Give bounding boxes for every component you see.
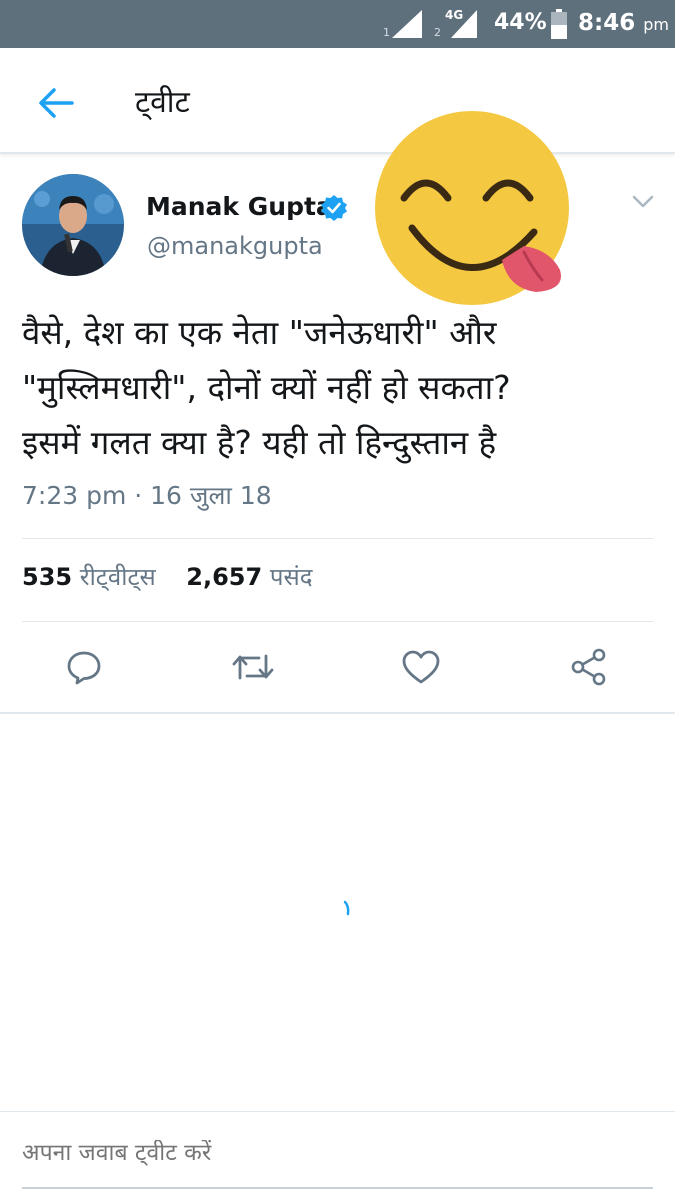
tweet-text-line: वैसे, देश का एक नेता "जनेऊधारी" और: [22, 313, 497, 352]
reply-underline: [22, 1187, 653, 1189]
sim2-label: 2: [434, 26, 441, 39]
retweet-icon: [232, 654, 274, 680]
reply-divider: [0, 1111, 675, 1112]
tweet-stats: 535 रीट्वीट्स 2,657 पसंद: [22, 560, 312, 593]
battery-icon: [551, 9, 567, 39]
section-divider: [0, 712, 675, 714]
author-name[interactable]: Manak Gupta: [146, 192, 333, 221]
likes-stat[interactable]: 2,657 पसंद: [186, 563, 312, 591]
avatar[interactable]: [22, 174, 124, 276]
loading-spinner-icon: [343, 900, 350, 916]
signal-icon: [392, 10, 422, 38]
clock-ampm: pm: [643, 15, 669, 34]
likes-count: 2,657: [186, 563, 263, 591]
likes-label: पसंद: [269, 563, 313, 591]
author-handle[interactable]: @manakgupta: [147, 232, 323, 260]
sim1-label: 1: [383, 26, 390, 39]
chevron-down-icon: [632, 195, 654, 208]
like-icon: [402, 650, 440, 684]
reply-button[interactable]: [62, 645, 106, 689]
battery-percent: 44%: [494, 10, 547, 35]
retweets-count: 535: [22, 563, 73, 591]
tweet-text-line: "मुस्लिमधारी", दोनों क्यों नहीं हो सकता?: [22, 368, 511, 407]
reply-input[interactable]: [22, 1140, 652, 1166]
tweet-text-line: इसमें गलत क्या है? यही तो हिन्दुस्तान है: [22, 423, 497, 462]
page-title: ट्वीट: [135, 85, 190, 120]
clock-time: 8:46: [578, 10, 636, 36]
more-options-button[interactable]: [628, 190, 658, 214]
reply-icon: [67, 651, 101, 685]
status-bar: 1 2 4G 44% 8:46 pm: [0, 0, 675, 48]
retweets-label: रीट्वीट्स: [79, 563, 156, 591]
tongue-out-emoji-icon: [375, 111, 569, 305]
tweet-text: वैसे, देश का एक नेता "जनेऊधारी" और "मुस्…: [22, 305, 662, 470]
share-icon: [571, 648, 606, 686]
divider: [22, 538, 653, 539]
divider: [22, 621, 653, 622]
avatar-image: [22, 174, 124, 276]
share-button[interactable]: [567, 645, 611, 689]
retweet-button[interactable]: [231, 645, 275, 689]
like-button[interactable]: [399, 645, 443, 689]
verified-badge-icon: [321, 195, 347, 221]
tweet-timestamp: 7:23 pm · 16 जुला 18: [22, 481, 272, 510]
back-button[interactable]: [28, 78, 84, 128]
arrow-left-icon: [39, 88, 74, 118]
retweets-stat[interactable]: 535 रीट्वीट्स: [22, 563, 156, 591]
signal-4g-icon: [451, 10, 477, 38]
clock: 8:46 pm: [578, 10, 669, 36]
